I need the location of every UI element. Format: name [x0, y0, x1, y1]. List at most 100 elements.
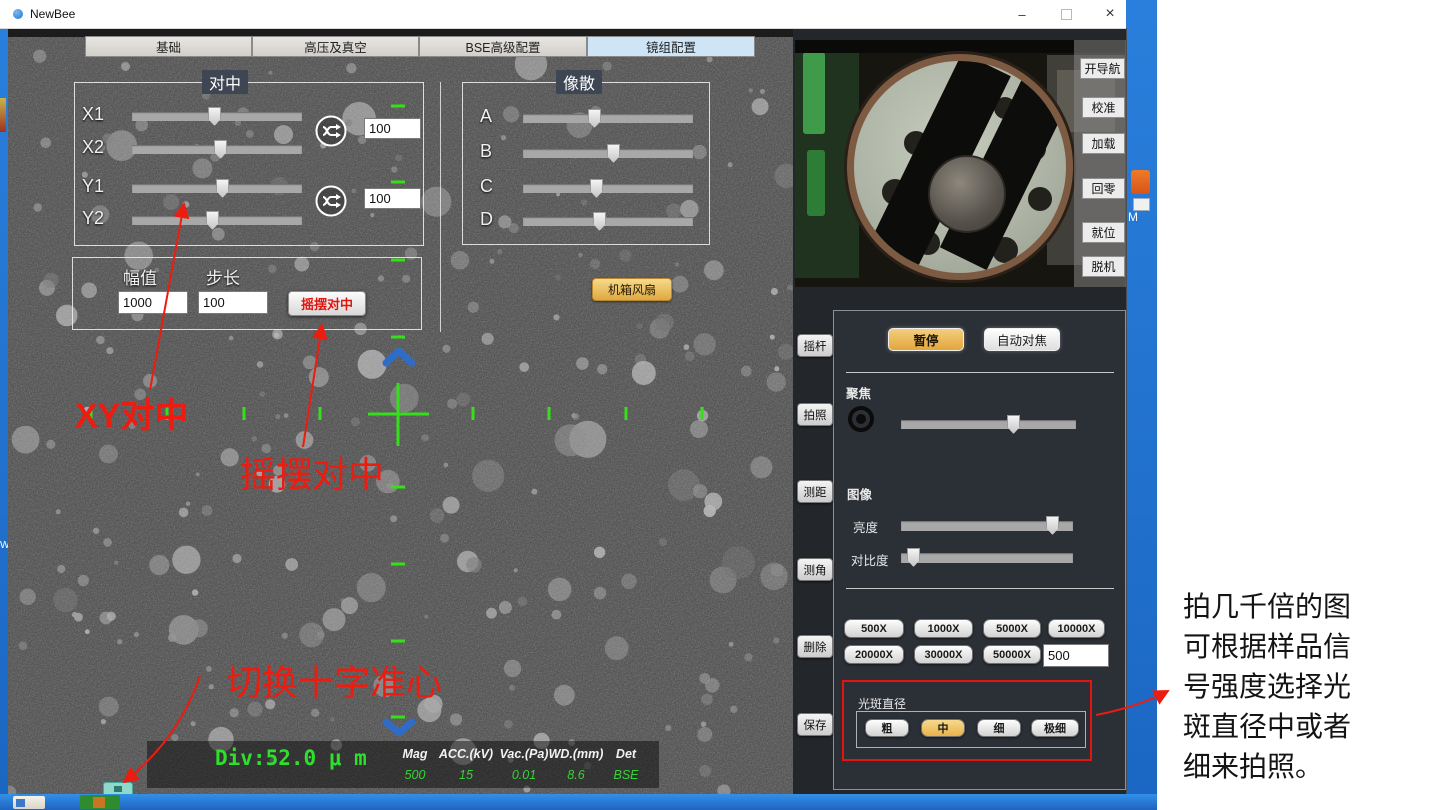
astig-title: 像散 [556, 70, 602, 94]
slider-label-c: C [480, 176, 493, 197]
focus-slider-thumb[interactable] [1007, 415, 1020, 434]
centering-value-y-input[interactable] [364, 188, 421, 209]
tool-measure-angle-button[interactable]: 测角 [797, 558, 833, 581]
slider-label-x1: X1 [82, 104, 104, 125]
window-title: NewBee [30, 7, 75, 21]
annotation-crosshair-toggle: 切换十字准心 [226, 654, 442, 706]
slider-y2[interactable] [132, 216, 302, 225]
tab-basic[interactable]: 基础 [85, 36, 252, 57]
slider-label-y2: Y2 [82, 208, 104, 229]
note-line: 号强度选择光 [1183, 668, 1435, 708]
slider-label-y1: Y1 [82, 176, 104, 197]
contrast-slider[interactable] [901, 553, 1073, 563]
camera-pcb-connector-2 [807, 150, 825, 216]
close-button[interactable]: × [1088, 0, 1132, 28]
pause-button[interactable]: 暂停 [888, 328, 964, 351]
tool-joystick-button[interactable]: 摇杆 [797, 334, 833, 357]
chassis-fan-button[interactable]: 机箱风扇 [592, 278, 672, 301]
mag-500x-button[interactable]: 500X [844, 619, 904, 638]
slider-x1[interactable] [132, 112, 302, 121]
desktop-icon-fragment-3[interactable] [0, 98, 6, 132]
brightness-slider-thumb[interactable] [1046, 516, 1059, 535]
spot-annotation-rectangle [842, 680, 1092, 761]
taskbar-app-icon[interactable] [80, 795, 120, 809]
step-input[interactable] [198, 291, 268, 314]
step-label: 步长 [206, 264, 240, 289]
tab-lens-config[interactable]: 镜组配置 [587, 36, 755, 57]
status-header-acc: ACC.(kV) [434, 747, 498, 761]
annotation-wobble-centering: 摇摆对中 [240, 446, 384, 498]
nav-button-load[interactable]: 加载 [1082, 133, 1125, 154]
slider-label-b: B [480, 141, 492, 162]
app-icon [13, 9, 23, 19]
status-bar: Div:52.0 μ m Mag ACC.(kV) Vac.(Pa) WD.(m… [147, 741, 659, 788]
mag-5000x-button[interactable]: 5000X [983, 619, 1041, 638]
note-line: 细来拍照。 [1183, 748, 1435, 788]
contrast-slider-thumb[interactable] [907, 548, 920, 567]
taskbar [0, 794, 1157, 810]
amplitude-input[interactable] [118, 291, 188, 314]
tool-delete-button[interactable]: 删除 [797, 635, 833, 658]
tab-hv-vacuum[interactable]: 高压及真空 [252, 36, 419, 57]
contrast-label: 对比度 [851, 550, 889, 569]
desktop-icon-fragment[interactable] [1131, 170, 1150, 194]
slider-c[interactable] [523, 184, 693, 193]
note-line: 可根据样品信 [1183, 628, 1435, 668]
panel-separator [440, 82, 441, 332]
stage-bolt [928, 155, 1006, 233]
slider-a[interactable] [523, 114, 693, 123]
titlebar: NewBee – × [0, 0, 1126, 29]
status-value-det: BSE [594, 768, 658, 782]
nav-button-offline[interactable]: 脱机 [1082, 256, 1125, 277]
slider-label-d: D [480, 209, 493, 230]
image-section-label: 图像 [847, 484, 872, 503]
record-icon [848, 406, 874, 432]
nav-button-calibrate[interactable]: 校准 [1082, 97, 1125, 118]
desktop-icon-m-label: M [1128, 210, 1138, 224]
mag-10000x-button[interactable]: 10000X [1048, 619, 1105, 638]
swap-x-icon[interactable] [314, 114, 348, 148]
mag-30000x-button[interactable]: 30000X [914, 645, 973, 664]
slider-x2[interactable] [132, 145, 302, 154]
tab-bse-advanced[interactable]: BSE高级配置 [419, 36, 587, 57]
desktop-strip-left [0, 28, 8, 794]
stage-hole [1028, 187, 1052, 211]
camera-pcb-connector [803, 52, 825, 134]
slider-y1[interactable] [132, 184, 302, 193]
side-note: 拍几千倍的图 可根据样品信 号强度选择光 斑直径中或者 细来拍照。 [1183, 588, 1435, 788]
slider-b[interactable] [523, 149, 693, 158]
mag-50000x-button[interactable]: 50000X [983, 645, 1041, 664]
autofocus-button[interactable]: 自动对焦 [984, 328, 1060, 351]
focus-label: 聚焦 [846, 383, 871, 402]
mag-20000x-button[interactable]: 20000X [844, 645, 904, 664]
taskbar-item[interactable] [13, 796, 45, 809]
div-readout: Div:52.0 μ m [215, 746, 367, 770]
centering-value-x-input[interactable] [364, 118, 421, 139]
maximize-icon [1061, 9, 1072, 20]
maximize-button[interactable] [1044, 0, 1088, 28]
swap-y-icon[interactable] [314, 184, 348, 218]
focus-slider[interactable] [901, 420, 1076, 429]
slider-label-a: A [480, 106, 492, 127]
brightness-slider[interactable] [901, 521, 1073, 531]
minimize-button[interactable]: – [1000, 0, 1044, 28]
mag-1000x-button[interactable]: 1000X [914, 619, 973, 638]
mag-input[interactable] [1043, 644, 1109, 667]
tool-save-button[interactable]: 保存 [797, 713, 833, 736]
nav-button-home[interactable]: 回零 [1082, 178, 1125, 199]
centering-title: 对中 [202, 70, 248, 94]
brightness-label: 亮度 [853, 517, 878, 536]
amplitude-label: 幅值 [123, 264, 157, 289]
stage-disc [847, 54, 1073, 280]
nav-button-in-position[interactable]: 就位 [1082, 222, 1125, 243]
wobble-centering-button[interactable]: 摇摆对中 [288, 291, 366, 316]
slider-label-x2: X2 [82, 137, 104, 158]
note-line: 拍几千倍的图 [1183, 588, 1435, 628]
nav-button-navigation[interactable]: 开导航 [1080, 58, 1125, 79]
status-value-acc: 15 [434, 768, 498, 782]
tool-photo-button[interactable]: 拍照 [797, 403, 833, 426]
tool-measure-distance-button[interactable]: 测距 [797, 480, 833, 503]
slider-d[interactable] [523, 217, 693, 226]
status-header-det: Det [594, 747, 658, 761]
divider [846, 372, 1114, 373]
